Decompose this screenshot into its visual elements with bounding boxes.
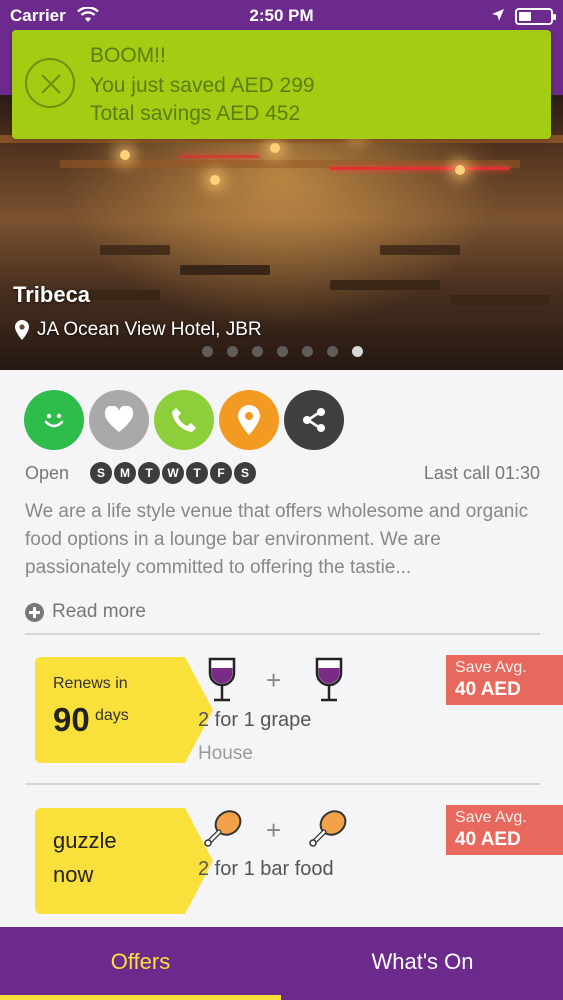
open-label: Open — [25, 463, 70, 483]
heart-icon — [104, 406, 134, 432]
tab-whats-on[interactable]: What's On — [282, 927, 563, 1000]
day-badge: S — [90, 462, 112, 484]
save-value: 40 AED — [455, 679, 521, 700]
battery-icon — [515, 8, 556, 25]
venue-location: JA Ocean View Hotel, JBR — [15, 319, 262, 341]
checkin-button[interactable] — [24, 390, 84, 450]
section-divider — [25, 783, 540, 785]
chicken-leg-icon — [309, 810, 347, 847]
day-badge: W — [162, 462, 184, 484]
renews-label: Renews in — [53, 675, 128, 692]
offer-subtitle: House — [198, 743, 253, 764]
day-badge: F — [210, 462, 232, 484]
toast-total-text: Total savings AED 452 — [90, 102, 301, 125]
carousel-dot[interactable] — [227, 346, 238, 357]
save-badge: Save Avg. 40 AED — [446, 655, 563, 705]
carousel-dot[interactable] — [202, 346, 213, 357]
guzzle-tag: guzzle now — [35, 808, 213, 914]
clock: 2:50 PM — [249, 6, 314, 25]
smile-icon — [44, 413, 64, 428]
status-bar: Carrier 2:50 PM — [0, 0, 563, 32]
save-label: Save Avg. — [455, 809, 527, 826]
guzzle-label: guzzle — [53, 828, 117, 853]
call-button[interactable] — [154, 390, 214, 450]
offer-title: 2 for 1 grape — [198, 709, 312, 731]
wine-glass-icon — [208, 657, 236, 702]
share-icon — [303, 408, 325, 432]
savings-toast[interactable]: BOOM!! You just saved AED 299 Total savi… — [12, 30, 551, 139]
renew-days-unit: days — [95, 707, 129, 724]
opening-hours: Open S M T W T F S Last call 01:30 — [25, 462, 540, 486]
read-more-label: Read more — [52, 601, 146, 622]
day-badge: M — [114, 462, 136, 484]
toast-close-button[interactable] — [25, 58, 75, 108]
now-label: now — [53, 862, 94, 887]
read-more-link[interactable]: Read more — [25, 601, 146, 623]
carousel-pager — [202, 346, 377, 357]
bottom-tab-bar: Offers What's On — [0, 927, 563, 1000]
directions-button[interactable] — [219, 390, 279, 450]
day-badge: T — [186, 462, 208, 484]
carousel-dot[interactable] — [252, 346, 263, 357]
map-pin-icon — [238, 405, 260, 435]
chicken-leg-icon — [204, 810, 242, 847]
action-buttons — [24, 390, 349, 450]
section-divider — [25, 633, 540, 635]
tab-whats-on-label: What's On — [371, 949, 474, 974]
toast-saved-text: You just saved AED 299 — [90, 74, 315, 97]
plus-sign: + — [266, 665, 282, 695]
day-badge: T — [138, 462, 160, 484]
carousel-dot[interactable] — [302, 346, 313, 357]
plus-circle-icon — [25, 602, 44, 622]
close-icon — [41, 74, 61, 94]
save-badge: Save Avg. 40 AED — [446, 805, 563, 855]
venue-description: We are a life style venue that offers wh… — [25, 501, 529, 578]
renewal-tag: Renews in 90 days — [35, 657, 213, 763]
phone-icon — [172, 408, 196, 432]
save-value: 40 AED — [455, 829, 521, 850]
plus-sign: + — [266, 815, 282, 845]
map-pin-icon — [15, 320, 29, 340]
venue-name: Tribeca — [13, 282, 91, 307]
offer-title: 2 for 1 bar food — [198, 858, 334, 880]
tab-offers[interactable]: Offers — [0, 927, 281, 1000]
toast-heading: BOOM!! — [90, 44, 166, 67]
open-days: S M T W T F S — [90, 462, 258, 484]
carousel-dot[interactable] — [277, 346, 288, 357]
location-arrow-icon — [492, 9, 504, 21]
carousel-dot[interactable] — [327, 346, 338, 357]
carousel-dot-active[interactable] — [352, 346, 363, 357]
save-label: Save Avg. — [455, 659, 527, 676]
last-call-text: Last call 01:30 — [423, 463, 540, 483]
share-button[interactable] — [284, 390, 344, 450]
favorite-button[interactable] — [89, 390, 149, 450]
day-badge: S — [234, 462, 256, 484]
venue-location-text: JA Ocean View Hotel, JBR — [37, 319, 262, 340]
wine-glass-icon — [315, 657, 343, 702]
renew-days-number: 90 — [53, 701, 90, 738]
active-tab-indicator — [0, 995, 281, 1000]
tab-offers-label: Offers — [110, 949, 171, 974]
